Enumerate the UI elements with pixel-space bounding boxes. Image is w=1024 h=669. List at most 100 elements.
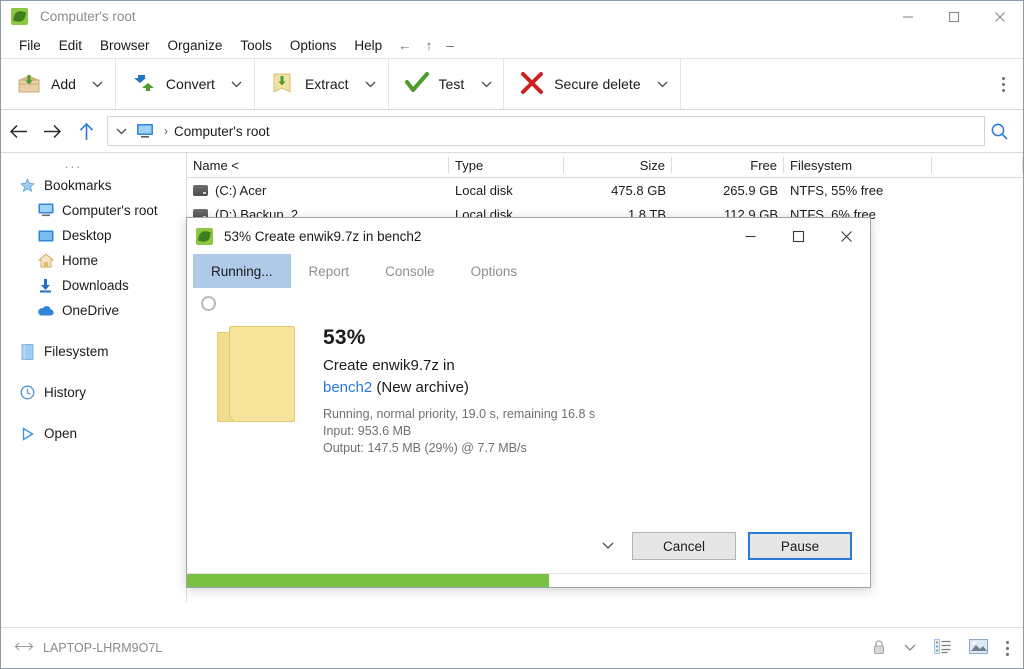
dialog-minimize-button[interactable]	[726, 218, 774, 254]
tab-options[interactable]: Options	[453, 254, 536, 288]
cancel-button[interactable]: Cancel	[632, 532, 736, 560]
sidebar-item-desktop[interactable]: Desktop	[1, 223, 186, 248]
sidebar-item-onedrive[interactable]: OneDrive	[1, 298, 186, 323]
tab-running[interactable]: Running...	[193, 254, 291, 288]
dialog-maximize-button[interactable]	[774, 218, 822, 254]
dialog-title: 53% Create enwik9.7z in bench2	[224, 228, 422, 244]
secure-delete-dropdown-chevron-down-icon[interactable]	[650, 59, 676, 109]
convert-button[interactable]: Convert	[120, 59, 224, 109]
forward-arrow-icon[interactable]	[35, 110, 69, 152]
sidebar-item-downloads[interactable]: Downloads	[1, 273, 186, 298]
add-archive-icon	[16, 70, 42, 99]
sidebar-item-label: OneDrive	[62, 303, 120, 318]
maximize-button[interactable]	[931, 1, 977, 32]
window-controls	[885, 1, 1023, 32]
test-dropdown-chevron-down-icon[interactable]	[473, 59, 499, 109]
pause-button[interactable]: Pause	[748, 532, 852, 560]
filesystem-icon	[19, 343, 36, 360]
window-title: Computer's root	[40, 9, 136, 24]
sidebar-item-home[interactable]: Home	[1, 248, 186, 273]
peazip-icon	[11, 8, 28, 25]
test-check-icon	[404, 70, 430, 99]
back-arrow-icon[interactable]	[1, 110, 35, 152]
secure-delete-icon	[519, 70, 545, 99]
test-button[interactable]: Test	[393, 59, 474, 109]
secure-delete-button[interactable]: Secure delete	[508, 59, 649, 109]
play-icon	[19, 425, 36, 442]
toolbar-group-secure-delete: Secure delete	[504, 59, 681, 109]
title-bar: Computer's root	[1, 1, 1023, 32]
chevron-down-icon[interactable]	[904, 641, 916, 655]
toolbar-more-options-icon[interactable]	[989, 59, 1017, 109]
menu-help[interactable]: Help	[345, 36, 391, 55]
output-line: Output: 147.5 MB (29%) @ 7.7 MB/s	[323, 441, 527, 455]
sidebar: ... Bookmarks Computer's root Desktop Ho…	[1, 153, 186, 602]
address-bar: › Computer's root	[1, 110, 1023, 153]
convert-dropdown-chevron-down-icon[interactable]	[224, 59, 250, 109]
column-header-free[interactable]: Free	[672, 157, 784, 173]
dialog-title-bar: 53% Create enwik9.7z in bench2	[187, 218, 870, 254]
sidebar-item-history[interactable]: History	[1, 380, 186, 405]
minimize-button[interactable]	[885, 1, 931, 32]
row-spacer	[932, 202, 1023, 226]
add-button[interactable]: Add	[5, 59, 85, 109]
sidebar-item-bookmarks[interactable]: Bookmarks	[1, 173, 186, 198]
target-link[interactable]: bench2	[323, 379, 372, 396]
resize-splitter-icon[interactable]	[14, 640, 34, 656]
sidebar-item-label: Home	[62, 253, 99, 268]
machine-name: LAPTOP-LHRM9O7L	[43, 641, 163, 655]
sidebar-item-label: Filesystem	[44, 344, 109, 359]
footer-chevron-down-icon[interactable]	[596, 542, 620, 550]
home-icon	[37, 252, 54, 269]
tab-report[interactable]: Report	[291, 254, 368, 288]
search-icon[interactable]	[985, 110, 1013, 152]
status-line: Running, normal priority, 19.0 s, remain…	[323, 407, 596, 421]
menu-file[interactable]: File	[10, 36, 50, 55]
breadcrumb[interactable]: › Computer's root	[107, 116, 985, 146]
close-button[interactable]	[977, 1, 1023, 32]
menu-minus-icon[interactable]: –	[439, 36, 461, 55]
list-view-icon[interactable]	[934, 639, 951, 657]
job-summary: 53% Create enwik9.7z in bench2 (New arch…	[187, 302, 870, 457]
row-spacer	[932, 178, 1023, 202]
sidebar-item-filesystem[interactable]: Filesystem	[1, 339, 186, 364]
column-header-filesystem[interactable]: Filesystem	[784, 157, 932, 173]
menu-organize[interactable]: Organize	[159, 36, 232, 55]
desktop-icon	[37, 227, 54, 244]
menu-browser[interactable]: Browser	[91, 36, 159, 55]
column-header-size[interactable]: Size	[564, 157, 672, 173]
extract-dropdown-chevron-down-icon[interactable]	[358, 59, 384, 109]
up-arrow-icon[interactable]	[69, 110, 103, 152]
dialog-footer: Cancel Pause	[187, 519, 870, 573]
status-bar: LAPTOP-LHRM9O7L	[1, 627, 1023, 668]
drive-icon	[193, 184, 208, 196]
sidebar-item-open[interactable]: Open	[1, 421, 186, 446]
menu-tools[interactable]: Tools	[231, 36, 281, 55]
extract-button-label: Extract	[304, 76, 349, 92]
sidebar-item-label: Desktop	[62, 228, 112, 243]
row-name-cell: (C:) Acer	[187, 178, 449, 202]
target-suffix: (New archive)	[372, 379, 469, 396]
tab-console[interactable]: Console	[367, 254, 453, 288]
more-options-icon[interactable]	[1006, 640, 1009, 656]
menu-back-arrow-icon[interactable]: ←	[391, 36, 419, 55]
dialog-close-button[interactable]	[822, 218, 870, 254]
sidebar-item-label: Computer's root	[62, 203, 158, 218]
lock-icon[interactable]	[872, 639, 886, 658]
column-header-name[interactable]: Name <	[187, 157, 449, 173]
table-row[interactable]: (C:) Acer Local disk 475.8 GB 265.9 GB N…	[187, 178, 1023, 202]
toolbar-group-convert: Convert	[116, 59, 255, 109]
sidebar-item-computers-root[interactable]: Computer's root	[1, 198, 186, 223]
folder-icon	[217, 326, 295, 422]
menu-edit[interactable]: Edit	[50, 36, 91, 55]
thumbnail-view-icon[interactable]	[969, 639, 988, 657]
menu-options[interactable]: Options	[281, 36, 346, 55]
row-size-cell: 475.8 GB	[611, 182, 666, 198]
sidebar-overflow[interactable]: ...	[1, 156, 186, 173]
add-dropdown-chevron-down-icon[interactable]	[85, 59, 111, 109]
menu-up-arrow-icon[interactable]: ↑	[419, 36, 440, 55]
dialog-window-controls	[726, 218, 870, 254]
column-header-type[interactable]: Type	[449, 157, 564, 173]
breadcrumb-chevron-down-icon[interactable]	[108, 128, 134, 135]
extract-button[interactable]: Extract	[259, 59, 358, 109]
